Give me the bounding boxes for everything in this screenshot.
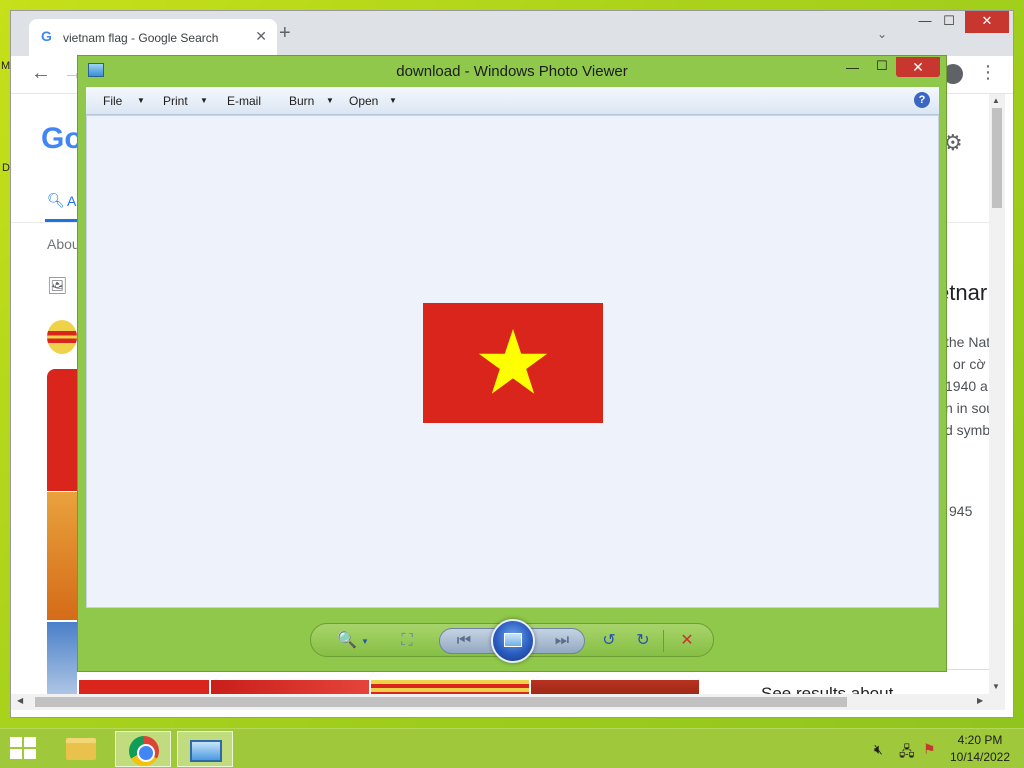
photo-viewer-titlebar[interactable]: download - Windows Photo Viewer — ☐ ✕ <box>78 56 946 86</box>
chevron-down-icon[interactable]: ▼ <box>389 96 397 105</box>
knowledge-panel-text: 945 <box>949 503 973 519</box>
tab-all[interactable]: A <box>67 193 76 209</box>
menu-email[interactable]: E-mail <box>227 94 261 108</box>
menu-print[interactable]: Print <box>163 94 188 108</box>
zoom-icon[interactable]: 🔍 <box>335 629 359 653</box>
rotate-counterclockwise-icon[interactable]: ↺ <box>597 629 621 653</box>
chevron-down-icon[interactable]: ▼ <box>361 637 369 646</box>
actual-size-icon[interactable]: ⛶ <box>395 629 419 653</box>
search-icon: 🔍︎ <box>47 192 65 208</box>
flag-thumbnail[interactable] <box>47 320 77 354</box>
taskbar <box>0 728 1024 768</box>
tab-title: vietnam flag - Google Search <box>63 31 219 45</box>
clock-date[interactable]: 10/14/2022 <box>940 750 1020 764</box>
chrome-close-button[interactable]: ✕ <box>965 11 1009 33</box>
photo-viewer-icon <box>190 740 222 762</box>
image-canvas[interactable] <box>86 115 939 608</box>
clock-time[interactable]: 4:20 PM <box>940 733 1020 747</box>
scrollbar-thumb[interactable] <box>35 697 847 707</box>
tab-close-icon[interactable]: ✕ <box>255 28 267 45</box>
photo-viewer-window[interactable]: download - Windows Photo Viewer — ☐ ✕ Fi… <box>77 55 947 672</box>
vertical-scrollbar[interactable]: ▲ ▼ <box>989 94 1005 694</box>
scroll-right-arrow-icon[interactable]: ▶ <box>977 696 983 705</box>
desktop-icon-label-fragment: D <box>2 162 10 174</box>
chrome-icon <box>129 736 159 766</box>
divider <box>663 630 664 652</box>
chrome-minimize-button[interactable]: — <box>913 11 937 33</box>
scrollbar-thumb[interactable] <box>992 108 1002 208</box>
desktop-icon-label-fragment: M <box>1 60 11 72</box>
image-result-thumbnail[interactable] <box>47 369 77 491</box>
slideshow-button[interactable] <box>491 619 535 663</box>
volume-muted-icon[interactable]: 🔇︎ <box>874 741 883 758</box>
chevron-down-icon[interactable]: ▼ <box>326 96 334 105</box>
image-result-thumbnail[interactable] <box>47 492 77 620</box>
windows-logo-pane <box>24 737 36 747</box>
knowledge-panel-text: 1940 a <box>945 378 988 394</box>
chevron-down-icon[interactable]: ▼ <box>137 96 145 105</box>
vietnam-flag-image <box>423 303 603 423</box>
help-icon[interactable]: ? <box>914 92 930 108</box>
network-icon[interactable]: 🖧 <box>899 741 915 765</box>
chrome-tabstrip: G vietnam flag - Google Search ✕ + ⌄ — ☐… <box>11 11 1013 56</box>
folder-icon <box>66 738 96 760</box>
horizontal-scrollbar[interactable]: ◀ ▶ <box>11 694 1005 710</box>
back-arrow-icon[interactable]: ← <box>31 62 51 85</box>
next-icon[interactable]: ⏭ <box>550 629 574 653</box>
browser-tab[interactable]: G vietnam flag - Google Search ✕ <box>29 19 277 56</box>
knowledge-panel-text: n in sou <box>945 400 995 416</box>
new-tab-button[interactable]: + <box>279 23 291 43</box>
action-center-flag-icon[interactable]: ⚑ <box>923 741 936 758</box>
start-button[interactable] <box>10 737 38 761</box>
chevron-down-icon[interactable]: ▼ <box>200 96 208 105</box>
taskbar-file-explorer[interactable] <box>52 731 108 767</box>
image-icon[interactable]: 🖼︎ <box>47 276 67 296</box>
google-g-icon: G <box>41 28 52 44</box>
scroll-left-arrow-icon[interactable]: ◀ <box>17 696 23 705</box>
windows-logo-pane <box>10 749 22 759</box>
delete-icon[interactable]: ✕ <box>675 629 699 653</box>
taskbar-photo-viewer[interactable] <box>177 731 233 767</box>
knowledge-panel-text: or cờ <box>953 356 986 372</box>
chrome-menu-icon[interactable]: ⋮ <box>979 62 997 83</box>
menu-open[interactable]: Open <box>349 94 378 108</box>
close-button[interactable]: ✕ <box>896 57 940 77</box>
photo-viewer-controls: 🔍 ▼ ⛶ ⏮ ⏭ ↺ ↻ ✕ <box>310 619 714 663</box>
window-title: download - Windows Photo Viewer <box>396 63 628 80</box>
slideshow-icon <box>504 633 522 647</box>
image-result-thumbnail[interactable] <box>47 622 77 702</box>
minimize-button[interactable]: — <box>846 60 859 75</box>
windows-logo-icon <box>10 737 22 747</box>
menu-burn[interactable]: Burn <box>289 94 314 108</box>
rotate-clockwise-icon[interactable]: ↻ <box>631 629 655 653</box>
scroll-up-arrow-icon[interactable]: ▲ <box>992 96 1000 105</box>
scroll-down-arrow-icon[interactable]: ▼ <box>992 682 1000 691</box>
taskbar-chrome[interactable] <box>115 731 171 767</box>
maximize-button[interactable]: ☐ <box>876 58 888 74</box>
windows-logo-pane <box>24 749 36 759</box>
photo-viewer-menubar: File ▼ Print ▼ E-mail Burn ▼ Open ▼ ? <box>86 87 939 115</box>
chrome-maximize-button[interactable]: ☐ <box>937 11 961 33</box>
knowledge-panel-text: the Nat <box>945 334 991 350</box>
menu-file[interactable]: File <box>103 94 122 108</box>
tab-search-icon[interactable]: ⌄ <box>877 27 887 41</box>
previous-icon[interactable]: ⏮ <box>452 629 476 653</box>
